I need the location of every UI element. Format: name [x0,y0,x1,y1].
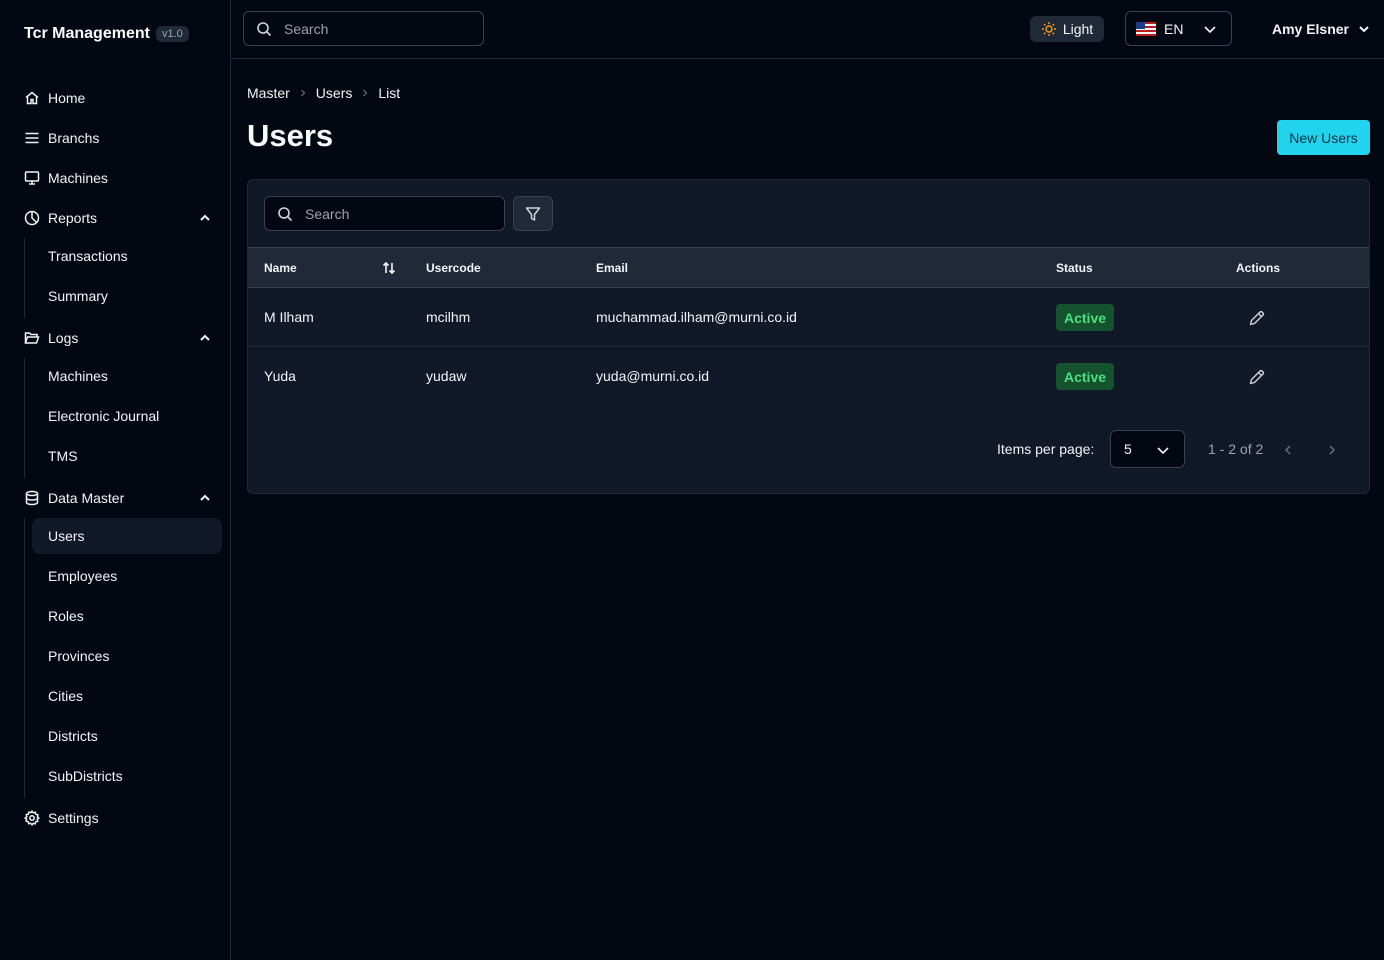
pencil-icon [1248,368,1266,386]
chart-pie-icon [24,210,40,226]
submenu-line [24,518,25,798]
user-name: Amy Elsner [1271,21,1349,37]
sidebar-item-reports[interactable]: Reports [16,200,222,236]
sidebar-item-logs[interactable]: Logs [16,320,222,356]
folder-open-icon [24,330,40,346]
sidebar-item-settings[interactable]: Settings [16,800,222,836]
sidebar: Tcr Management v1.0 Home Branchs Machine… [0,0,231,960]
edit-button[interactable] [1246,307,1268,329]
sidebar-subitem-log-machines[interactable]: Machines [32,358,222,394]
filter-icon [525,206,541,222]
page-title: Users [247,118,334,153]
items-per-page-label: Items per page: [997,441,1095,457]
breadcrumb-item-users[interactable]: Users [316,85,353,101]
column-header-status: Status [1056,261,1093,275]
topbar: Light EN Amy Elsner [231,0,1384,59]
submenu-line [24,238,25,318]
column-header-name[interactable]: Name [264,261,297,275]
chevron-right-icon[interactable] [1324,442,1340,458]
sort-icon[interactable] [381,260,397,276]
sidebar-subitem-electronic-journal[interactable]: Electronic Journal [32,398,222,434]
sidebar-subitem-provinces[interactable]: Provinces [32,638,222,674]
sidebar-item-label: Data Master [48,490,125,506]
edit-button[interactable] [1246,366,1268,388]
sidebar-item-data-master[interactable]: Data Master [16,480,222,516]
sidebar-subitem-roles[interactable]: Roles [32,598,222,634]
sidebar-subitem-employees[interactable]: Employees [32,558,222,594]
sidebar-item-label: Branchs [48,130,100,146]
pencil-icon [1248,309,1266,327]
chevron-right-icon [360,88,370,98]
gear-icon [24,810,40,826]
sidebar-subitem-tms[interactable]: TMS [32,438,222,474]
table-row: Yuda yudaw yuda@murni.co.id Active [248,347,1369,406]
chevron-up-icon [198,491,212,505]
version-badge: v1.0 [155,26,189,42]
column-header-email: Email [596,261,629,275]
status-badge: Active [1056,304,1115,331]
cell-email: yuda@murni.co.id [596,368,710,384]
chevron-down-icon [1156,443,1170,457]
breadcrumb-item-list: List [378,85,401,101]
sidebar-subitem-subdistricts[interactable]: SubDistricts [32,758,222,794]
sidebar-item-label: Machines [48,170,108,186]
theme-label: Light [1062,21,1094,37]
sidebar-item-label: Reports [48,210,98,226]
cell-name: Yuda [264,368,296,384]
search-icon [277,206,293,222]
sidebar-item-label: Logs [48,330,79,346]
column-header-usercode: Usercode [426,261,481,275]
sidebar-subitem-districts[interactable]: Districts [32,718,222,754]
monitor-icon [24,170,40,186]
chevron-up-icon [198,331,212,345]
cell-email: muchammad.ilham@murni.co.id [596,309,797,325]
table-search-input[interactable] [305,205,475,222]
language-label: EN [1164,20,1184,37]
submenu-line [24,358,25,478]
database-icon [24,490,40,506]
chevron-left-icon[interactable] [1280,442,1296,458]
user-menu[interactable]: Amy Elsner [1251,16,1379,42]
theme-toggle-button[interactable]: Light [1030,16,1104,42]
status-badge: Active [1056,363,1115,390]
search-icon [256,21,272,37]
sun-icon [1041,21,1057,37]
sidebar-subitem-transactions[interactable]: Transactions [32,238,222,274]
chevron-down-icon [1203,22,1217,36]
sidebar-item-label: Home [48,90,86,106]
users-table-card: Name Usercode Email Status Actions M Ilh… [247,179,1370,494]
app-title: Tcr Management [24,25,150,42]
filter-button[interactable] [513,196,553,231]
sidebar-item-branchs[interactable]: Branchs [16,120,222,156]
new-users-button[interactable]: New Users [1277,120,1370,155]
language-select[interactable]: EN [1125,11,1232,46]
column-header-actions: Actions [1236,261,1281,275]
table-search[interactable] [264,196,505,231]
cell-usercode: mcilhm [426,309,471,325]
sidebar-subitem-users[interactable]: Users [32,518,222,554]
chevron-right-icon [298,88,308,98]
items-per-page-select[interactable]: 5 [1110,430,1185,468]
brand[interactable]: Tcr Management v1.0 [24,22,189,46]
table-row: M Ilham mcilhm muchammad.ilham@murni.co.… [248,288,1369,347]
chevron-down-icon [1357,22,1371,36]
sidebar-item-label: Settings [48,810,99,826]
sidebar-item-machines[interactable]: Machines [16,160,222,196]
home-icon [24,90,40,106]
table-header: Name Usercode Email Status Actions [248,247,1369,288]
cell-name: M Ilham [264,309,314,325]
breadcrumb-item-master[interactable]: Master [247,85,290,101]
chevron-up-icon [198,211,212,225]
sidebar-subitem-cities[interactable]: Cities [32,678,222,714]
sidebar-item-home[interactable]: Home [16,80,222,116]
list-icon [24,130,40,146]
us-flag-icon [1136,21,1156,36]
cell-usercode: yudaw [426,368,467,384]
items-per-page-value: 5 [1124,441,1132,457]
global-search-input[interactable] [284,20,454,37]
sidebar-subitem-summary[interactable]: Summary [32,278,222,314]
pagination-range: 1 - 2 of 2 [1208,441,1264,457]
global-search[interactable] [243,11,484,46]
breadcrumb: Master Users List [247,84,400,102]
